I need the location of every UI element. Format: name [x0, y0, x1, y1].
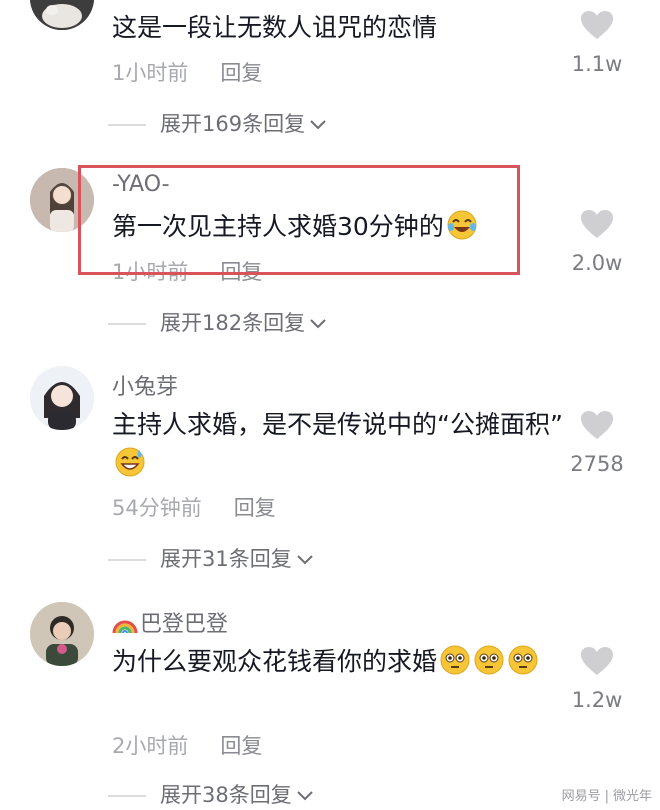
like-count: 1.1w — [571, 52, 623, 76]
expand-replies-label: 展开31条回复 — [160, 547, 292, 571]
avatar[interactable] — [30, 602, 94, 666]
watermark-separator: | — [604, 789, 609, 804]
heart-icon[interactable] — [580, 646, 614, 676]
heart-icon[interactable] — [580, 10, 614, 40]
divider-dash — [108, 323, 146, 325]
rainbow-icon — [112, 611, 138, 641]
flushed-emoji-icon — [507, 644, 539, 687]
avatar[interactable] — [30, 0, 94, 30]
reply-button[interactable]: 回复 — [220, 734, 262, 758]
heart-icon[interactable] — [580, 209, 614, 239]
rofl-emoji-icon — [446, 209, 478, 252]
chevron-down-icon — [310, 120, 326, 130]
reply-button[interactable]: 回复 — [234, 496, 276, 520]
expand-replies-button[interactable]: 展开38条回复 — [108, 779, 314, 809]
avatar[interactable] — [30, 168, 94, 232]
sweat-smile-emoji-icon — [114, 446, 146, 489]
expand-replies-label: 展开182条回复 — [160, 311, 306, 335]
flushed-emoji-icon — [473, 644, 505, 687]
comment-username[interactable]: 巴登巴登 — [112, 606, 228, 641]
comment-text-body: 主持人求婚，是不是传说中的“公摊面积” — [112, 410, 563, 439]
watermark: 网易号 | 微光年 — [562, 785, 652, 804]
like-count: 2.0w — [571, 251, 623, 275]
expand-replies-label: 展开38条回复 — [160, 783, 292, 807]
avatar[interactable] — [30, 366, 94, 430]
expand-replies-button[interactable]: 展开182条回复 — [108, 307, 327, 337]
comment-username[interactable]: 小兔芽 — [112, 369, 178, 401]
chevron-down-icon — [297, 555, 313, 565]
heart-icon[interactable] — [580, 410, 614, 440]
divider-dash — [108, 559, 146, 561]
comment-username-text: 巴登巴登 — [140, 612, 229, 637]
comment-text: 这是一段让无数人诅咒的恋情 — [112, 13, 438, 42]
expand-replies-label: 展开169条回复 — [160, 112, 306, 136]
watermark-left: 网易号 — [561, 789, 601, 804]
comment-time: 54分钟前 — [112, 496, 202, 520]
comment-meta: 1小时前 回复 — [112, 256, 262, 286]
like-button[interactable]: 2.0w — [552, 209, 642, 275]
comment-time: 2小时前 — [112, 734, 189, 758]
comment-text-body: 为什么要观众花钱看你的求婚 — [112, 647, 438, 676]
divider-dash — [108, 795, 146, 797]
comment-meta: 2小时前 回复 — [112, 730, 262, 760]
like-count: 2758 — [570, 452, 624, 476]
reply-button[interactable]: 回复 — [220, 260, 262, 284]
like-count: 1.2w — [571, 688, 623, 712]
chevron-down-icon — [310, 319, 326, 329]
expand-replies-button[interactable]: 展开31条回复 — [108, 543, 314, 573]
chevron-down-icon — [297, 791, 313, 801]
comment-time: 1小时前 — [112, 61, 189, 85]
like-button[interactable]: 1.2w — [552, 646, 642, 712]
expand-replies-button[interactable]: 展开169条回复 — [108, 108, 327, 138]
flushed-emoji-icon — [439, 644, 471, 687]
watermark-right: 微光年 — [612, 789, 652, 804]
like-button[interactable]: 2758 — [552, 410, 642, 476]
reply-button[interactable]: 回复 — [220, 61, 262, 85]
comment-meta: 54分钟前 回复 — [112, 492, 276, 522]
divider-dash — [108, 124, 146, 126]
comment-time: 1小时前 — [112, 260, 189, 284]
comment-text: 为什么要观众花钱看你的求婚 — [112, 642, 572, 687]
comment-username[interactable]: -YAO- — [112, 172, 170, 197]
comment-text: 第一次见主持人求婚30分钟的 — [112, 207, 582, 252]
comment-text-body: 第一次见主持人求婚30分钟的 — [112, 212, 444, 241]
comment-text: 主持人求婚，是不是传说中的“公摊面积” — [112, 405, 572, 489]
like-button[interactable]: 1.1w — [552, 10, 642, 76]
comment-meta: 1小时前 回复 — [112, 57, 262, 87]
